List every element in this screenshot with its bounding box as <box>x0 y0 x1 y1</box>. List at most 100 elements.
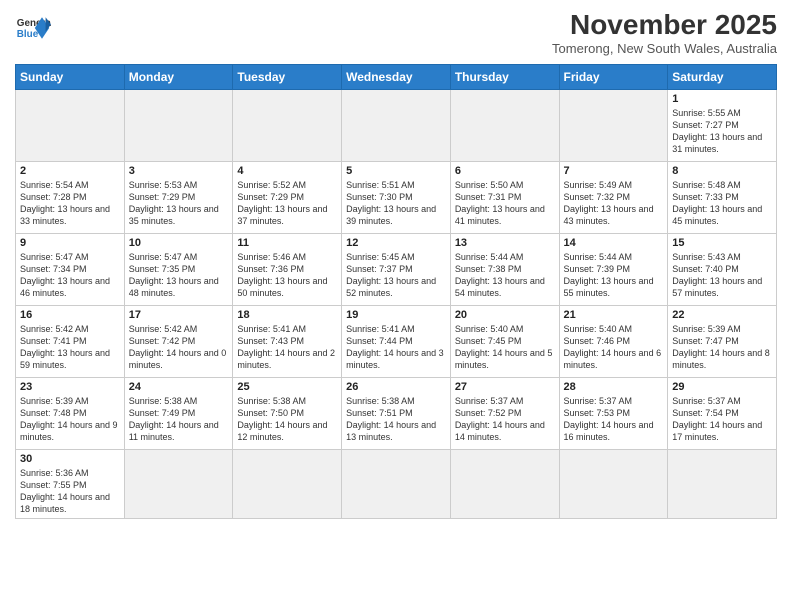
calendar-cell: 28Sunrise: 5:37 AM Sunset: 7:53 PM Dayli… <box>559 377 668 449</box>
day-number: 27 <box>455 381 555 393</box>
calendar-cell: 20 Sunrise: 5:40 AM Sunset: 7:45 PM Dayli… <box>450 305 559 377</box>
weekday-header-tuesday: Tuesday <box>233 64 342 89</box>
calendar-cell: 18Sunrise: 5:41 AM Sunset: 7:43 PM Dayli… <box>233 305 342 377</box>
day-info: Sunrise: 5:37 AM Sunset: 7:52 PM Dayligh… <box>455 395 555 444</box>
day-info: Sunrise: 5:37 AM Sunset: 7:54 PM Dayligh… <box>672 395 772 444</box>
day-number: 22 <box>672 309 772 321</box>
calendar-cell: 13Sunrise: 5:44 AM Sunset: 7:38 PM Dayli… <box>450 233 559 305</box>
calendar-cell: 2 Sunrise: 5:54 AM Sunset: 7:28 PM Daylig… <box>16 161 125 233</box>
calendar: SundayMondayTuesdayWednesdayThursdayFrid… <box>15 64 777 520</box>
calendar-cell: 7 Sunrise: 5:49 AM Sunset: 7:32 PM Daylig… <box>559 161 668 233</box>
calendar-cell <box>124 449 233 519</box>
calendar-cell: 6 Sunrise: 5:50 AM Sunset: 7:31 PM Daylig… <box>450 161 559 233</box>
calendar-cell <box>342 449 451 519</box>
calendar-cell: 27 Sunrise: 5:37 AM Sunset: 7:52 PM Dayli… <box>450 377 559 449</box>
day-info: Sunrise: 5:50 AM Sunset: 7:31 PM Dayligh… <box>455 179 555 228</box>
day-info: Sunrise: 5:39 AM Sunset: 7:48 PM Dayligh… <box>20 395 120 444</box>
calendar-cell: 5Sunrise: 5:51 AM Sunset: 7:30 PM Daylig… <box>342 161 451 233</box>
calendar-week-row: 2 Sunrise: 5:54 AM Sunset: 7:28 PM Daylig… <box>16 161 777 233</box>
day-info: Sunrise: 5:41 AM Sunset: 7:43 PM Dayligh… <box>237 323 337 372</box>
calendar-cell <box>450 89 559 161</box>
weekday-header-friday: Friday <box>559 64 668 89</box>
day-number: 6 <box>455 165 555 177</box>
subtitle: Tomerong, New South Wales, Australia <box>552 41 777 56</box>
day-info: Sunrise: 5:38 AM Sunset: 7:50 PM Dayligh… <box>237 395 337 444</box>
calendar-cell <box>559 89 668 161</box>
svg-text:Blue: Blue <box>17 29 39 40</box>
calendar-cell <box>450 449 559 519</box>
calendar-cell: 19 Sunrise: 5:41 AM Sunset: 7:44 PM Dayli… <box>342 305 451 377</box>
day-info: Sunrise: 5:46 AM Sunset: 7:36 PM Dayligh… <box>237 251 337 300</box>
day-number: 4 <box>237 165 337 177</box>
calendar-cell <box>233 89 342 161</box>
calendar-week-row: 23 Sunrise: 5:39 AM Sunset: 7:48 PM Dayli… <box>16 377 777 449</box>
calendar-cell <box>559 449 668 519</box>
day-info: Sunrise: 5:38 AM Sunset: 7:51 PM Dayligh… <box>346 395 446 444</box>
calendar-cell: 22 Sunrise: 5:39 AM Sunset: 7:47 PM Dayli… <box>668 305 777 377</box>
day-number: 21 <box>564 309 664 321</box>
calendar-cell: 24Sunrise: 5:38 AM Sunset: 7:49 PM Dayli… <box>124 377 233 449</box>
calendar-cell: 14Sunrise: 5:44 AM Sunset: 7:39 PM Dayli… <box>559 233 668 305</box>
day-number: 23 <box>20 381 120 393</box>
day-info: Sunrise: 5:43 AM Sunset: 7:40 PM Dayligh… <box>672 251 772 300</box>
day-number: 17 <box>129 309 229 321</box>
day-info: Sunrise: 5:48 AM Sunset: 7:33 PM Dayligh… <box>672 179 772 228</box>
calendar-week-row: 1 Sunrise: 5:55 AM Sunset: 7:27 PM Daylig… <box>16 89 777 161</box>
day-number: 29 <box>672 381 772 393</box>
day-info: Sunrise: 5:37 AM Sunset: 7:53 PM Dayligh… <box>564 395 664 444</box>
calendar-cell: 23 Sunrise: 5:39 AM Sunset: 7:48 PM Dayli… <box>16 377 125 449</box>
day-info: Sunrise: 5:38 AM Sunset: 7:49 PM Dayligh… <box>129 395 229 444</box>
day-number: 16 <box>20 309 120 321</box>
day-number: 25 <box>237 381 337 393</box>
page: General Blue November 2025 Tomerong, New… <box>0 0 792 612</box>
logo: General Blue <box>15 10 51 46</box>
day-info: Sunrise: 5:49 AM Sunset: 7:32 PM Dayligh… <box>564 179 664 228</box>
calendar-cell: 15 Sunrise: 5:43 AM Sunset: 7:40 PM Dayli… <box>668 233 777 305</box>
day-number: 1 <box>672 93 772 105</box>
day-info: Sunrise: 5:41 AM Sunset: 7:44 PM Dayligh… <box>346 323 446 372</box>
calendar-cell <box>342 89 451 161</box>
day-info: Sunrise: 5:40 AM Sunset: 7:46 PM Dayligh… <box>564 323 664 372</box>
day-info: Sunrise: 5:44 AM Sunset: 7:39 PM Dayligh… <box>564 251 664 300</box>
weekday-header-saturday: Saturday <box>668 64 777 89</box>
day-number: 13 <box>455 237 555 249</box>
day-info: Sunrise: 5:39 AM Sunset: 7:47 PM Dayligh… <box>672 323 772 372</box>
calendar-cell: 26Sunrise: 5:38 AM Sunset: 7:51 PM Dayli… <box>342 377 451 449</box>
day-number: 30 <box>20 453 120 465</box>
day-number: 8 <box>672 165 772 177</box>
day-number: 7 <box>564 165 664 177</box>
day-number: 20 <box>455 309 555 321</box>
calendar-cell: 16 Sunrise: 5:42 AM Sunset: 7:41 PM Dayli… <box>16 305 125 377</box>
day-info: Sunrise: 5:47 AM Sunset: 7:34 PM Dayligh… <box>20 251 120 300</box>
day-info: Sunrise: 5:40 AM Sunset: 7:45 PM Dayligh… <box>455 323 555 372</box>
day-info: Sunrise: 5:42 AM Sunset: 7:42 PM Dayligh… <box>129 323 229 372</box>
day-number: 5 <box>346 165 446 177</box>
calendar-cell: 3Sunrise: 5:53 AM Sunset: 7:29 PM Daylig… <box>124 161 233 233</box>
day-number: 11 <box>237 237 337 249</box>
weekday-header-sunday: Sunday <box>16 64 125 89</box>
month-title: November 2025 <box>552 10 777 41</box>
day-info: Sunrise: 5:36 AM Sunset: 7:55 PM Dayligh… <box>20 467 120 516</box>
calendar-header-row: SundayMondayTuesdayWednesdayThursdayFrid… <box>16 64 777 89</box>
calendar-cell: 30 Sunrise: 5:36 AM Sunset: 7:55 PM Dayli… <box>16 449 125 519</box>
day-number: 19 <box>346 309 446 321</box>
calendar-week-row: 16 Sunrise: 5:42 AM Sunset: 7:41 PM Dayli… <box>16 305 777 377</box>
calendar-cell: 25 Sunrise: 5:38 AM Sunset: 7:50 PM Dayli… <box>233 377 342 449</box>
day-info: Sunrise: 5:55 AM Sunset: 7:27 PM Dayligh… <box>672 107 772 156</box>
calendar-cell: 11 Sunrise: 5:46 AM Sunset: 7:36 PM Dayli… <box>233 233 342 305</box>
calendar-cell <box>124 89 233 161</box>
day-number: 2 <box>20 165 120 177</box>
day-number: 15 <box>672 237 772 249</box>
day-info: Sunrise: 5:42 AM Sunset: 7:41 PM Dayligh… <box>20 323 120 372</box>
calendar-cell: 1 Sunrise: 5:55 AM Sunset: 7:27 PM Daylig… <box>668 89 777 161</box>
calendar-week-row: 30 Sunrise: 5:36 AM Sunset: 7:55 PM Dayli… <box>16 449 777 519</box>
weekday-header-wednesday: Wednesday <box>342 64 451 89</box>
logo-icon: General Blue <box>15 10 51 46</box>
weekday-header-monday: Monday <box>124 64 233 89</box>
day-number: 9 <box>20 237 120 249</box>
calendar-cell: 10Sunrise: 5:47 AM Sunset: 7:35 PM Dayli… <box>124 233 233 305</box>
calendar-cell: 8 Sunrise: 5:48 AM Sunset: 7:33 PM Daylig… <box>668 161 777 233</box>
day-info: Sunrise: 5:53 AM Sunset: 7:29 PM Dayligh… <box>129 179 229 228</box>
day-info: Sunrise: 5:54 AM Sunset: 7:28 PM Dayligh… <box>20 179 120 228</box>
day-info: Sunrise: 5:45 AM Sunset: 7:37 PM Dayligh… <box>346 251 446 300</box>
